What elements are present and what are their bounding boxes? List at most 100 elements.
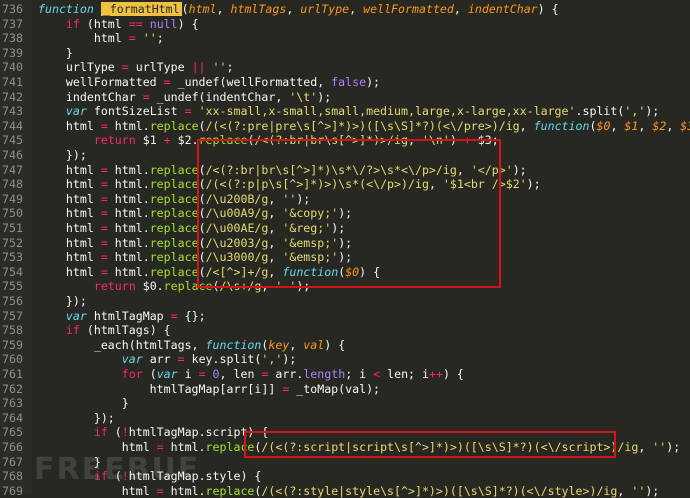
code-token: =: [170, 308, 178, 323]
code-line[interactable]: 740 urlType = urlType || '';: [0, 60, 690, 75]
code-token: {};: [177, 308, 206, 323]
code-token: .split(: [575, 104, 625, 119]
code-line[interactable]: 741 wellFormatted = _undef(wellFormatted…: [0, 75, 690, 90]
code-token: if: [93, 425, 108, 440]
code-text[interactable]: if (html == null) {: [38, 17, 199, 32]
code-line[interactable]: 738 html = '';: [0, 31, 690, 46]
code-line[interactable]: 759 _each(htmlTags, function(key, val) {: [0, 338, 690, 353]
code-token: htmlTags: [230, 2, 287, 16]
code-token: ;: [226, 60, 234, 75]
code-token: ,: [286, 2, 301, 16]
code-token: return: [93, 279, 136, 294]
code-token: var: [156, 367, 178, 381]
code-token: $1: [624, 118, 639, 133]
code-text[interactable]: if (!htmlTagMap.script) {: [38, 425, 269, 440]
code-token: $2.: [170, 133, 199, 148]
code-line[interactable]: 739 }: [0, 46, 690, 61]
line-number: 751: [2, 221, 23, 235]
code-token: len; i: [380, 367, 429, 381]
line-number: 748: [2, 177, 23, 192]
code-line[interactable]: 737 if (html == null) {: [0, 17, 690, 32]
line-number: 752: [2, 235, 23, 250]
code-text[interactable]: html = '';: [38, 31, 164, 46]
code-text[interactable]: urlType = urlType || '';: [38, 60, 234, 75]
code-text[interactable]: });: [38, 294, 87, 309]
code-token: html.: [107, 118, 150, 133]
code-token: html: [38, 162, 101, 177]
code-token: _toMap(val);: [289, 381, 381, 396]
code-token: });: [38, 410, 115, 425]
line-number: 739: [2, 45, 23, 60]
code-token: replace: [149, 118, 199, 133]
code-text[interactable]: wellFormatted = _undef(wellFormatted, fa…: [38, 75, 380, 90]
line-number: 753: [2, 250, 23, 265]
code-text[interactable]: html = html.replace(/(<(?:pre|pre\s[^>]*…: [38, 119, 690, 134]
code-token: );: [366, 75, 381, 89]
code-token: html.: [107, 206, 150, 221]
code-token: html: [38, 235, 101, 250]
line-number: 750: [2, 206, 23, 221]
code-token: urlType: [38, 60, 122, 75]
code-line[interactable]: 760 var arr = key.split(',');: [0, 352, 690, 367]
code-line[interactable]: 757 var htmlTagMap = {};: [0, 309, 690, 324]
code-token: ,: [638, 118, 653, 133]
code-token: if: [65, 323, 80, 338]
code-token: val: [303, 337, 325, 352]
code-token: (: [198, 118, 206, 133]
code-line[interactable]: 736 function _formatHtml (html, htmlTags, …: [0, 2, 690, 17]
code-line[interactable]: 743 var fontSizeList = 'xx-small,x-small…: [0, 104, 690, 119]
code-token: arr.: [268, 367, 304, 381]
line-number: 741: [2, 75, 23, 89]
line-number: 757: [2, 308, 23, 323]
code-token: );: [526, 177, 541, 192]
code-line[interactable]: 744 html = html.replace(/(<(?:pre|pre\s[…: [0, 119, 690, 134]
code-text[interactable]: }: [38, 396, 129, 411]
code-text[interactable]: }: [38, 46, 73, 61]
code-line[interactable]: 763 }: [0, 396, 690, 411]
code-line[interactable]: 742 indentChar = _undef(indentChar, '\t'…: [0, 90, 690, 105]
code-token: html: [38, 250, 101, 265]
code-token: html.: [107, 162, 150, 177]
line-number: 764: [2, 410, 23, 425]
code-token: wellFormatted: [38, 75, 164, 89]
code-token: '': [631, 483, 646, 498]
code-text[interactable]: indentChar = _undef(indentChar, '\t');: [38, 90, 331, 105]
code-text[interactable]: for (var i = 0, len = arr.length; i < le…: [38, 367, 464, 382]
code-token: html: [38, 118, 101, 133]
code-token: ) {: [177, 16, 199, 31]
code-token: =: [121, 60, 129, 75]
code-text[interactable]: var fontSizeList = 'xx-small,x-small,sma…: [38, 104, 659, 119]
code-line[interactable]: 758 if (htmlTags) {: [0, 323, 690, 338]
code-text[interactable]: });: [38, 148, 87, 163]
code-line[interactable]: 761 for (var i = 0, len = arr.length; i …: [0, 367, 690, 382]
code-text[interactable]: });: [38, 411, 115, 426]
code-line[interactable]: 756 });: [0, 294, 690, 309]
code-token: replace: [149, 235, 199, 250]
code-token: _undef(wellFormatted,: [170, 75, 332, 89]
line-number: 746: [2, 148, 23, 162]
code-token: replace: [149, 250, 199, 265]
code-text[interactable]: var arr = key.split(',');: [38, 352, 297, 367]
line-number: 736: [2, 2, 23, 16]
code-token: ,: [617, 483, 632, 498]
code-token: );: [666, 440, 681, 454]
line-number: 737: [2, 16, 23, 31]
code-editor[interactable]: 736 function _formatHtml (html, htmlTags, …: [0, 0, 690, 498]
line-number: 763: [2, 396, 23, 411]
code-text[interactable]: _each(htmlTags, function(key, val) {: [38, 338, 345, 353]
code-line[interactable]: 764 });: [0, 411, 690, 426]
code-token: '': [205, 60, 227, 75]
code-line[interactable]: 762 htmlTagMap[arr[i]] = _toMap(val);: [0, 382, 690, 397]
code-token: =: [184, 104, 192, 119]
code-token: replace: [205, 483, 255, 498]
code-text[interactable]: if (htmlTags) {: [38, 323, 171, 338]
code-token: +: [163, 133, 171, 148]
code-token: $2: [652, 118, 667, 133]
code-text[interactable]: function _formatHtml (html, htmlTags, url…: [38, 2, 559, 17]
code-text[interactable]: var htmlTagMap = {};: [38, 309, 206, 324]
code-token: replace: [149, 264, 199, 279]
code-text[interactable]: htmlTagMap[arr[i]] = _toMap(val);: [38, 382, 380, 397]
code-token: });: [38, 294, 87, 308]
